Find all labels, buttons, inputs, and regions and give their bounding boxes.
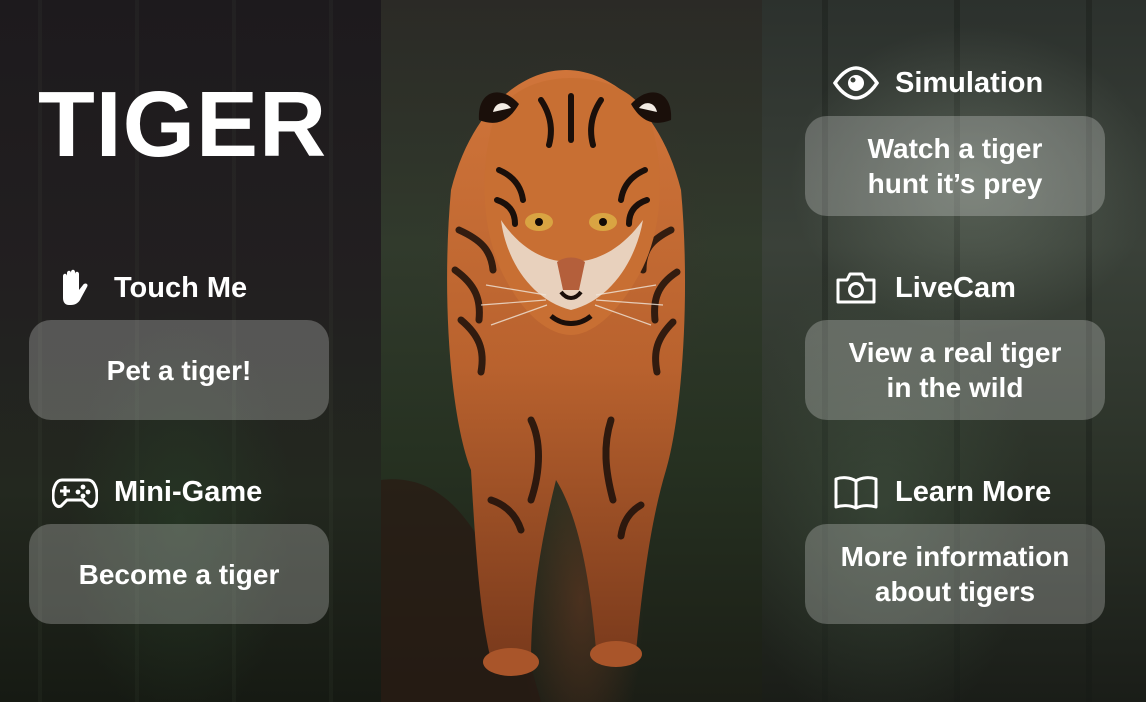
livecam-label: LiveCam <box>895 271 1016 304</box>
learn-more-header: Learn More <box>833 472 1051 512</box>
view-real-tiger-line-1: View a real tiger <box>848 337 1062 368</box>
watch-hunt-text: Watch a tiger hunt it’s prey <box>868 131 1043 201</box>
become-a-tiger-text: Become a tiger <box>78 558 280 590</box>
more-information-button[interactable]: More information about tigers <box>805 524 1105 624</box>
tiger-illustration <box>381 70 686 702</box>
tiger-photo <box>381 0 762 702</box>
book-icon <box>833 472 879 512</box>
watch-hunt-button[interactable]: Watch a tiger hunt it’s prey <box>805 116 1105 216</box>
livecam-header: LiveCam <box>833 268 1016 308</box>
mini-game-header: Mini-Game <box>52 472 262 512</box>
watch-hunt-line-1: Watch a tiger <box>867 133 1043 164</box>
eye-icon <box>833 63 879 103</box>
view-real-tiger-line-2: in the wild <box>886 372 1024 403</box>
view-real-tiger-button[interactable]: View a real tiger in the wild <box>805 320 1105 420</box>
page-title: TIGER <box>38 72 328 176</box>
touch-me-header: Touch Me <box>52 268 247 308</box>
more-information-line-2: about tigers <box>874 576 1036 607</box>
simulation-header: Simulation <box>833 63 1043 103</box>
pet-a-tiger-text: Pet a tiger! <box>106 354 252 386</box>
more-information-text: More information about tigers <box>841 539 1070 609</box>
pet-a-tiger-button[interactable]: Pet a tiger! <box>29 320 329 420</box>
mini-game-label: Mini-Game <box>114 475 263 508</box>
learn-more-label: Learn More <box>895 475 1052 508</box>
view-real-tiger-text: View a real tiger in the wild <box>849 335 1062 405</box>
camera-icon <box>833 268 879 308</box>
gamepad-icon <box>52 472 98 512</box>
hand-icon <box>52 268 98 308</box>
simulation-label: Simulation <box>895 66 1044 99</box>
touch-me-label: Touch Me <box>114 271 248 304</box>
become-a-tiger-button[interactable]: Become a tiger <box>29 524 329 624</box>
watch-hunt-line-2: hunt it’s prey <box>867 168 1043 199</box>
more-information-line-1: More information <box>840 541 1070 572</box>
